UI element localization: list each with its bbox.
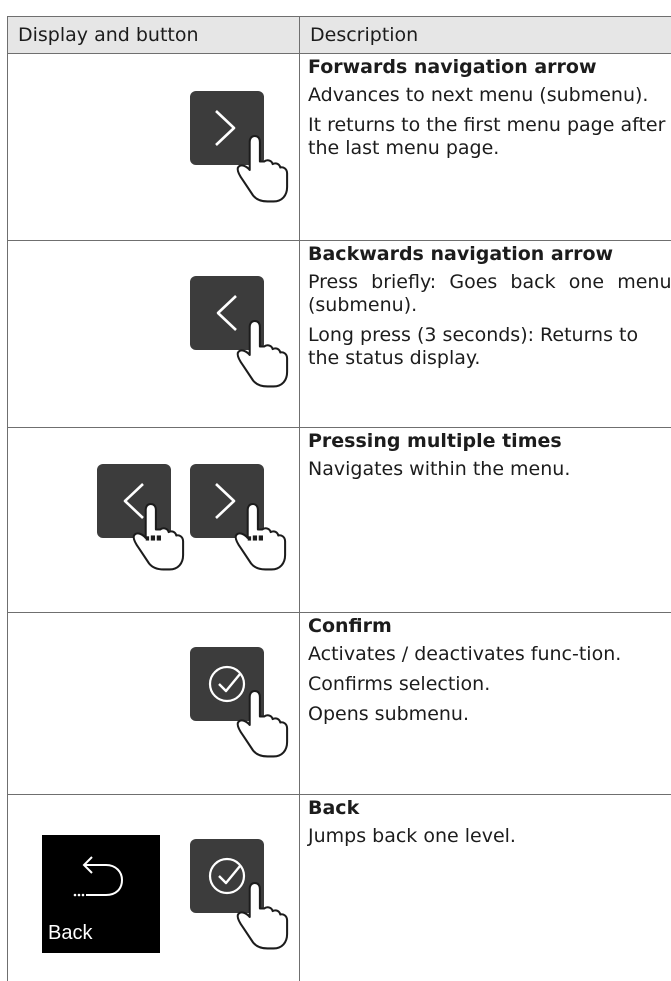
row-text: Jumps back one level. <box>308 825 671 848</box>
display-cell <box>8 613 300 795</box>
description-cell: Backwards navigation arrow Press briefly… <box>300 241 671 428</box>
display-cell: Back <box>8 795 300 981</box>
table-header-row: Display and button Description <box>8 17 671 54</box>
table-row: Confirm Activates / deactivates func-tio… <box>8 613 671 795</box>
row-text: Press briefly: Goes back one menu (subme… <box>308 271 671 317</box>
confirm-check-button-icon <box>8 795 300 981</box>
row-text: Opens submenu. <box>308 703 671 726</box>
confirm-check-button-icon <box>8 613 300 795</box>
description-cell: Back Jumps back one level. <box>300 795 671 981</box>
row-text: Navigates within the menu. <box>308 458 671 481</box>
display-cell <box>8 241 300 428</box>
row-title: Forwards navigation arrow <box>308 56 671 79</box>
display-cell <box>8 428 300 613</box>
description-cell: Forwards navigation arrow Advances to ne… <box>300 54 671 241</box>
manual-table: Display and button Description Forwards … <box>7 16 671 981</box>
row-text: Activates / deactivates func-tion. <box>308 643 671 666</box>
backward-arrow-button-icon <box>8 241 300 428</box>
row-text: Confirms selection. <box>308 673 671 696</box>
description-cell: Confirm Activates / deactivates func-tio… <box>300 613 671 795</box>
back-and-forward-arrow-buttons-icon <box>8 428 300 613</box>
row-title: Pressing multiple times <box>308 430 671 453</box>
row-title: Backwards navigation arrow <box>308 243 671 266</box>
table-row: Backwards navigation arrow Press briefly… <box>8 241 671 428</box>
forward-arrow-button-icon <box>8 54 300 241</box>
row-title: Back <box>308 797 671 820</box>
table-row: Pressing multiple times Navigates within… <box>8 428 671 613</box>
row-text: Long press (3 seconds): Returns to the s… <box>308 324 671 370</box>
header-display-and-button: Display and button <box>8 17 300 54</box>
row-title: Confirm <box>308 615 671 638</box>
row-text: It returns to the first menu page after … <box>308 114 671 160</box>
header-description: Description <box>300 17 671 54</box>
row-text: Advances to next menu (submenu). <box>308 84 671 107</box>
table-row: Forwards navigation arrow Advances to ne… <box>8 54 671 241</box>
description-cell: Pressing multiple times Navigates within… <box>300 428 671 613</box>
table-row: Back Back Jumps back one level. <box>8 795 671 981</box>
display-cell <box>8 54 300 241</box>
